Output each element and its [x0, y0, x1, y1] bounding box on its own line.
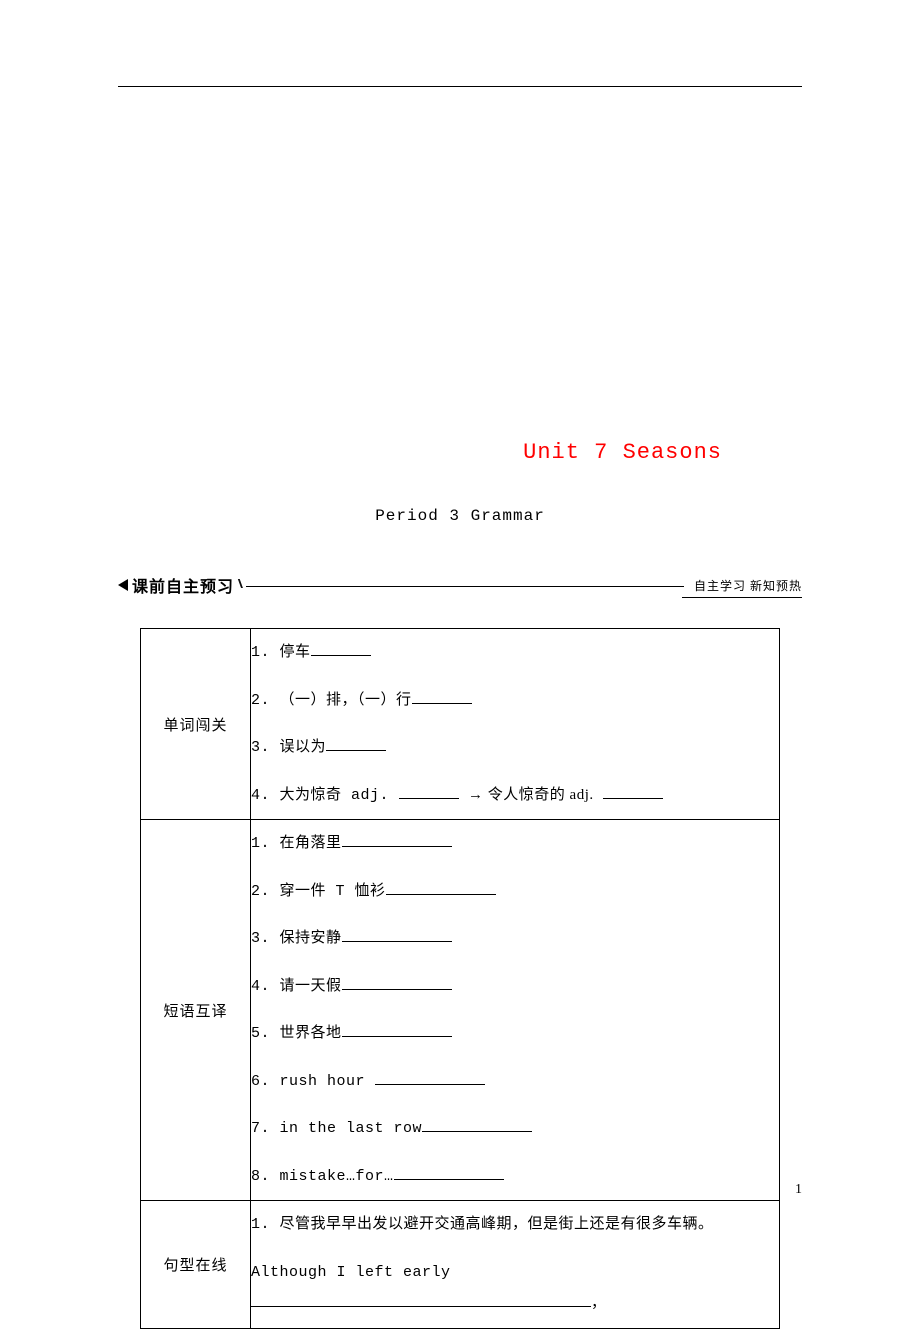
sentence-cn: 1. 尽管我早早出发以避开交通高峰期，但是街上还是有很多车辆。: [251, 1201, 779, 1249]
phrase-text: 2. 穿一件 T 恤衫: [251, 883, 386, 900]
vocab-text: 2. （一）排，（一）行: [251, 692, 412, 709]
vocab-text: 3. 误以为: [251, 739, 326, 756]
fill-blank[interactable]: [342, 927, 452, 942]
fill-blank[interactable]: [412, 689, 472, 704]
vocab-item: 3. 误以为: [251, 724, 779, 772]
vocab-text: 4. 大为惊奇 adj.: [251, 787, 389, 804]
worksheet-table: 单词闯关 1. 停车 2. （一）排，（一）行 3. 误以为 4. 大为惊奇 a…: [140, 628, 780, 1329]
fill-blank[interactable]: [251, 1292, 591, 1307]
sentence-en: Although I left early ，: [251, 1249, 779, 1328]
phrase-item: 7. in the last row: [251, 1105, 779, 1153]
page-number: 1: [795, 1182, 802, 1198]
vocab-item: 2. （一）排，（一）行: [251, 677, 779, 725]
phrase-item: 6. rush hour: [251, 1058, 779, 1106]
page-content: Unit 7 Seasons Period 3 Grammar 课前自主预习 \…: [0, 0, 920, 1329]
phrase-text: 1. 在角落里: [251, 835, 342, 852]
fill-blank[interactable]: [342, 975, 452, 990]
section-heading: 课前自主预习 \\ 自主学习 新知预热: [118, 573, 802, 597]
fill-blank[interactable]: [342, 832, 452, 847]
fill-blank[interactable]: [603, 784, 663, 799]
fill-blank[interactable]: [326, 736, 386, 751]
phrase-item: 5. 世界各地: [251, 1010, 779, 1058]
vocab-row: 单词闯关 1. 停车 2. （一）排，（一）行 3. 误以为 4. 大为惊奇 a…: [141, 629, 780, 820]
phrase-item: 8. mistake…for…: [251, 1153, 779, 1201]
phrases-content: 1. 在角落里 2. 穿一件 T 恤衫 3. 保持安静 4. 请一天假 5. 世…: [251, 820, 780, 1201]
fill-blank[interactable]: [342, 1022, 452, 1037]
phrase-item: 2. 穿一件 T 恤衫: [251, 868, 779, 916]
header-rule: [118, 86, 802, 87]
phrase-text: 3. 保持安静: [251, 930, 342, 947]
unit-title: Unit 7 Seasons: [118, 440, 802, 465]
phrase-text: 4. 请一天假: [251, 978, 342, 995]
sentence-prefix: Although I left early: [251, 1264, 451, 1281]
fill-blank[interactable]: [422, 1117, 532, 1132]
phrase-text: 8. mistake…for…: [251, 1168, 394, 1185]
fill-blank[interactable]: [399, 784, 459, 799]
vocab-item: 1. 停车: [251, 629, 779, 677]
fill-blank[interactable]: [375, 1070, 485, 1085]
sentences-row: 句型在线 1. 尽管我早早出发以避开交通高峰期，但是街上还是有很多车辆。 Alt…: [141, 1201, 780, 1329]
phrase-text: 6. rush hour: [251, 1073, 365, 1090]
vocab-item: 4. 大为惊奇 adj. → 令人惊奇的 adj.: [251, 772, 779, 820]
arrow-icon: → 令人惊奇的 adj.: [468, 787, 594, 803]
fill-blank[interactable]: [311, 641, 371, 656]
heading-line: [246, 583, 684, 587]
triangle-icon: [118, 579, 128, 591]
period-title: Period 3 Grammar: [118, 507, 802, 525]
phrase-item: 4. 请一天假: [251, 963, 779, 1011]
heading-text: 课前自主预习: [132, 573, 234, 597]
vocab-content: 1. 停车 2. （一）排，（一）行 3. 误以为 4. 大为惊奇 adj. →…: [251, 629, 780, 820]
heading-underline: [682, 597, 802, 598]
slashes-icon: \\: [238, 577, 240, 593]
phrase-item: 3. 保持安静: [251, 915, 779, 963]
phrases-label: 短语互译: [141, 820, 251, 1201]
fill-blank[interactable]: [386, 880, 496, 895]
phrase-text: 7. in the last row: [251, 1120, 422, 1137]
sentences-label: 句型在线: [141, 1201, 251, 1329]
phrase-item: 1. 在角落里: [251, 820, 779, 868]
sentence-suffix: ，: [591, 1295, 607, 1312]
heading-right-text: 自主学习 新知预热: [688, 577, 802, 594]
sentences-content: 1. 尽管我早早出发以避开交通高峰期，但是街上还是有很多车辆。 Although…: [251, 1201, 780, 1329]
vocab-label: 单词闯关: [141, 629, 251, 820]
vocab-text: 1. 停车: [251, 644, 311, 661]
fill-blank[interactable]: [394, 1165, 504, 1180]
phrase-text: 5. 世界各地: [251, 1025, 342, 1042]
phrases-row: 短语互译 1. 在角落里 2. 穿一件 T 恤衫 3. 保持安静 4. 请一天假…: [141, 820, 780, 1201]
